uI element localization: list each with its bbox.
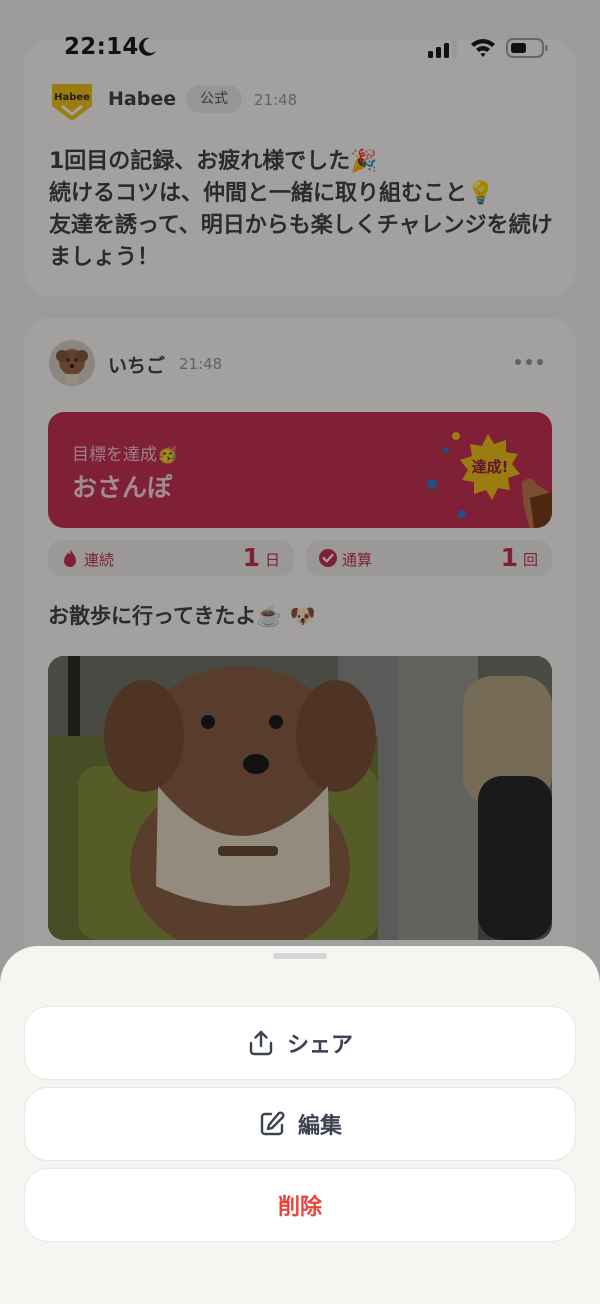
share-label: シェア <box>286 1033 353 1058</box>
moon-icon <box>139 37 156 56</box>
battery-icon <box>506 38 548 58</box>
delete-button[interactable]: 削除 <box>24 1168 576 1242</box>
status-bar: 22:14 <box>0 0 600 96</box>
edit-button[interactable]: 編集 <box>24 1087 576 1161</box>
sheet-drag-handle[interactable] <box>273 953 327 959</box>
delete-label: 削除 <box>277 1195 322 1220</box>
wifi-icon <box>471 39 495 57</box>
edit-icon <box>260 1111 285 1136</box>
status-time: 22:14 <box>64 34 139 60</box>
cellular-signal-icon <box>428 39 457 58</box>
share-button[interactable]: シェア <box>24 1006 576 1080</box>
share-icon <box>249 1030 273 1056</box>
edit-label: 編集 <box>297 1114 342 1139</box>
action-bottom-sheet: シェア 編集 削除 <box>0 946 600 1304</box>
